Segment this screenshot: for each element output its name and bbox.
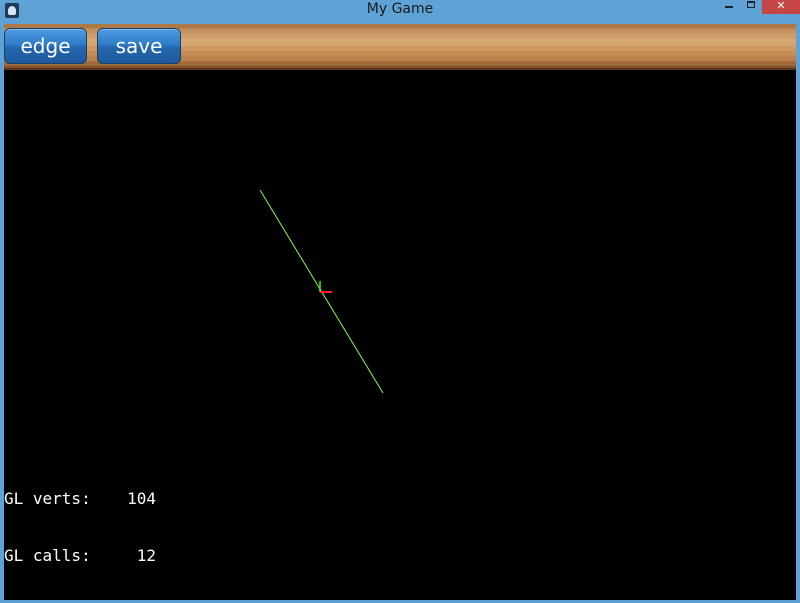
stat-row-verts: GL verts: 104 bbox=[4, 489, 304, 508]
close-icon: ✕ bbox=[776, 0, 786, 12]
edge-button[interactable]: edge bbox=[4, 28, 87, 64]
wooden-toolbar: edge save bbox=[4, 24, 796, 70]
game-client-area: edge save GL verts: 104 GL calls: 12 bbox=[4, 24, 796, 600]
minimize-icon bbox=[725, 6, 733, 8]
stat-row-calls: GL calls: 12 bbox=[4, 546, 304, 565]
close-button[interactable]: ✕ bbox=[762, 0, 800, 14]
stat-label: GL calls: bbox=[4, 546, 91, 565]
minimize-button[interactable] bbox=[718, 0, 740, 14]
maximize-icon bbox=[747, 1, 755, 8]
stat-value: 12 bbox=[136, 546, 156, 565]
stat-label: GL verts: bbox=[4, 489, 91, 508]
maximize-button[interactable] bbox=[741, 0, 761, 14]
gl-stats-overlay: GL verts: 104 GL calls: 12 bbox=[4, 451, 304, 603]
stat-value: 104 bbox=[127, 489, 156, 508]
game-window: My Game ✕ edge save GL verts: 104 GL call… bbox=[0, 0, 800, 600]
window-title: My Game bbox=[366, 1, 434, 17]
save-button[interactable]: save bbox=[97, 28, 181, 64]
title-bar[interactable]: My Game ✕ bbox=[0, 0, 800, 24]
